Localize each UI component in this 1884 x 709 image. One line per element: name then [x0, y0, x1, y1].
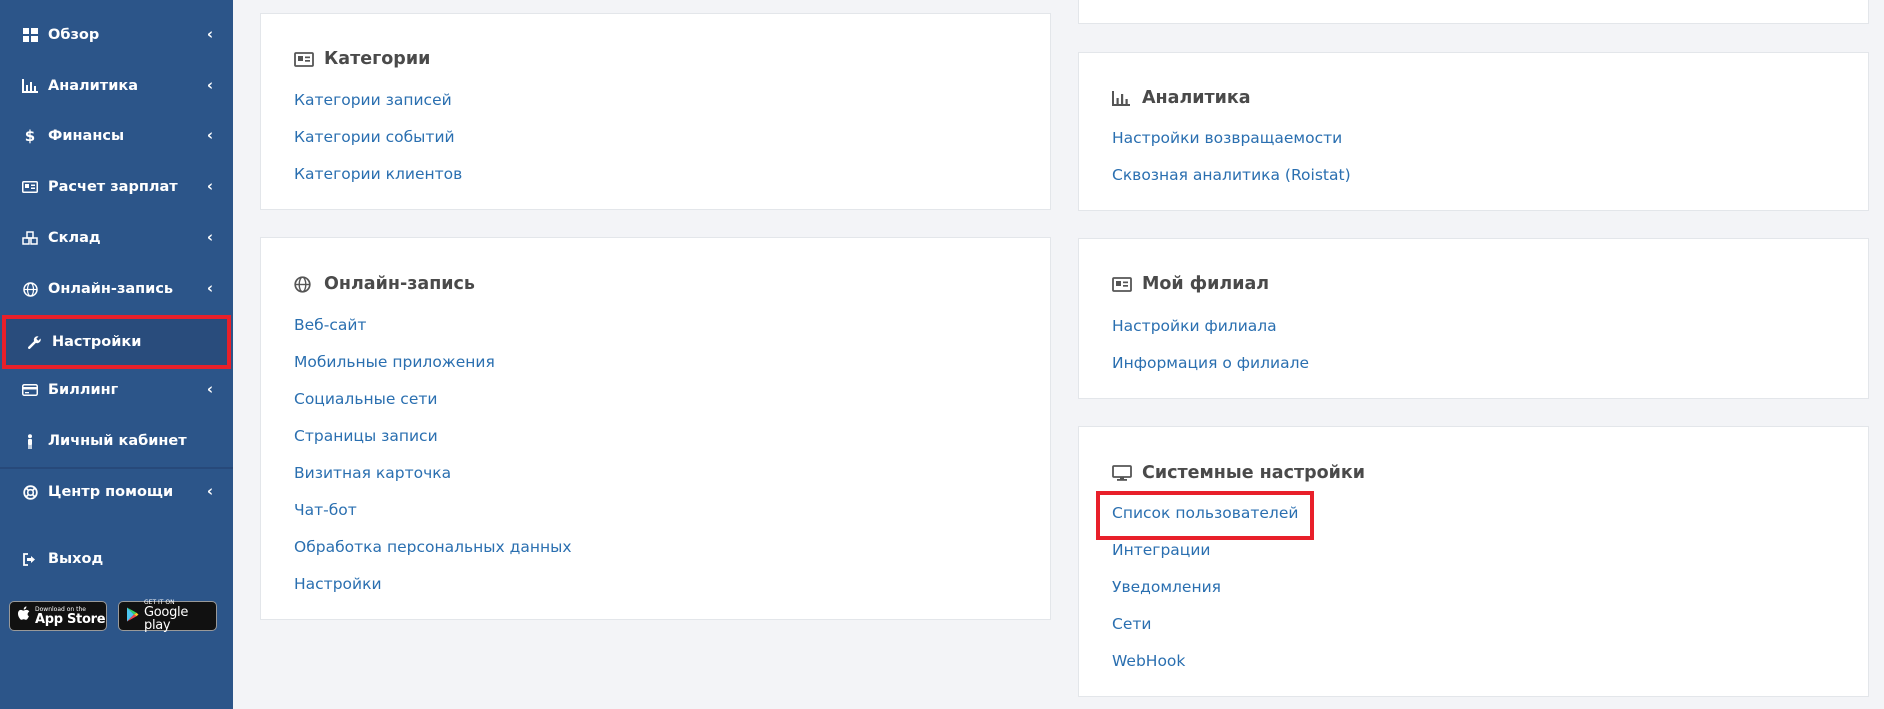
user-list-highlight	[1096, 491, 1314, 540]
sidebar-item-analytics[interactable]: Аналитика ‹	[0, 61, 233, 111]
card-title-text: Онлайн-запись	[324, 274, 475, 294]
chevron-left-icon: ‹	[206, 177, 213, 196]
sidebar-item-warehouse[interactable]: Склад ‹	[0, 213, 233, 263]
card-title-text: Системные настройки	[1142, 463, 1366, 483]
link-branch-info[interactable]: Информация о филиале	[1112, 354, 1309, 372]
sidebar-item-label: Аналитика	[48, 78, 138, 94]
online-booking-card: Онлайн-запись Веб-сайт Мобильные приложе…	[260, 237, 1051, 620]
link-client-categories[interactable]: Категории клиентов	[294, 165, 462, 183]
badge-title: App Store	[35, 611, 106, 627]
globe-icon	[294, 275, 316, 293]
top-card-partial	[1078, 0, 1869, 24]
id-card-icon	[20, 181, 40, 193]
id-card-icon	[294, 51, 316, 67]
sidebar-item-label: Личный кабинет	[48, 433, 187, 449]
card-title: Мой филиал	[1112, 274, 1269, 294]
chart-icon	[1112, 90, 1134, 106]
credit-card-icon	[20, 384, 40, 396]
card-title-text: Аналитика	[1142, 88, 1251, 108]
chevron-left-icon: ‹	[206, 279, 213, 298]
app-store-badge[interactable]: Download on the App Store	[9, 601, 107, 631]
sign-out-icon	[20, 552, 40, 566]
link-booking-settings[interactable]: Настройки	[294, 575, 382, 593]
wrench-icon	[24, 335, 44, 350]
chevron-left-icon: ‹	[206, 228, 213, 247]
link-booking-pages[interactable]: Страницы записи	[294, 427, 438, 445]
lifebuoy-icon	[20, 484, 40, 500]
desktop-icon	[1112, 465, 1134, 481]
link-website[interactable]: Веб-сайт	[294, 316, 366, 334]
id-card-icon	[1112, 276, 1134, 292]
chevron-left-icon: ‹	[206, 76, 213, 95]
link-retention-settings[interactable]: Настройки возвращаемости	[1112, 129, 1342, 147]
link-record-categories[interactable]: Категории записей	[294, 91, 452, 109]
link-branch-settings[interactable]: Настройки филиала	[1112, 317, 1277, 335]
sidebar-item-label: Финансы	[48, 128, 125, 144]
globe-icon	[20, 281, 40, 297]
sidebar-item-label: Настройки	[52, 334, 142, 350]
link-business-card[interactable]: Визитная карточка	[294, 464, 451, 482]
link-mobile-apps[interactable]: Мобильные приложения	[294, 353, 495, 371]
link-event-categories[interactable]: Категории событий	[294, 128, 455, 146]
sidebar-item-label: Выход	[48, 551, 104, 567]
link-chat-bot[interactable]: Чат-бот	[294, 501, 357, 519]
link-webhook[interactable]: WebHook	[1112, 652, 1185, 670]
chevron-left-icon: ‹	[206, 25, 213, 44]
analytics-card: Аналитика Настройки возвращаемости Сквоз…	[1078, 52, 1869, 211]
dashboard-icon	[20, 28, 40, 42]
dollar-icon: $	[24, 127, 36, 145]
sidebar-item-label: Расчет зарплат	[48, 179, 178, 195]
link-social-networks[interactable]: Социальные сети	[294, 390, 437, 408]
sidebar-item-help-center[interactable]: Центр помощи ‹	[0, 467, 233, 517]
sidebar-item-label: Склад	[48, 230, 101, 246]
badge-title: Google play	[144, 605, 189, 633]
chevron-left-icon: ‹	[206, 482, 213, 501]
sidebar-item-overview[interactable]: Обзор ‹	[0, 10, 233, 60]
sidebar-item-payroll[interactable]: Расчет зарплат ‹	[0, 162, 233, 212]
google-play-icon	[126, 607, 139, 626]
categories-card: Категории Категории записей Категории со…	[260, 13, 1051, 210]
sidebar-item-label: Биллинг	[48, 382, 119, 398]
link-networks[interactable]: Сети	[1112, 615, 1151, 633]
cubes-icon	[20, 231, 40, 245]
card-title: Системные настройки	[1112, 463, 1365, 483]
sidebar-item-logout[interactable]: Выход	[0, 534, 233, 584]
sidebar-item-label: Онлайн-запись	[48, 281, 174, 297]
card-title-text: Категории	[324, 49, 431, 69]
link-roistat-analytics[interactable]: Сквозная аналитика (Roistat)	[1112, 166, 1351, 184]
card-title: Аналитика	[1112, 88, 1251, 108]
card-title-text: Мой филиал	[1142, 274, 1270, 294]
sidebar: Обзор ‹ Аналитика ‹ $ Финансы ‹ Расчет з…	[0, 0, 233, 709]
sidebar-item-personal-account[interactable]: Личный кабинет	[0, 416, 233, 466]
chart-icon	[20, 79, 40, 93]
sidebar-item-settings[interactable]: Настройки	[2, 315, 231, 369]
sidebar-item-finance[interactable]: $ Финансы ‹	[0, 111, 233, 161]
card-title: Онлайн-запись	[294, 274, 475, 294]
sidebar-item-billing[interactable]: Биллинг ‹	[0, 365, 233, 415]
sidebar-item-online-booking[interactable]: Онлайн-запись ‹	[0, 264, 233, 314]
link-personal-data[interactable]: Обработка персональных данных	[294, 538, 572, 556]
system-settings-card: Системные настройки Список пользователей…	[1078, 426, 1869, 697]
sidebar-item-label: Обзор	[48, 27, 100, 43]
sidebar-item-label: Центр помощи	[48, 484, 174, 500]
my-branch-card: Мой филиал Настройки филиала Информация …	[1078, 238, 1869, 399]
link-integrations[interactable]: Интеграции	[1112, 541, 1210, 559]
google-play-badge[interactable]: GET IT ON Google play	[118, 600, 217, 633]
chevron-left-icon: ‹	[206, 126, 213, 145]
link-notifications[interactable]: Уведомления	[1112, 578, 1221, 596]
chevron-left-icon: ‹	[206, 380, 213, 399]
apple-icon	[17, 606, 30, 626]
person-icon	[20, 433, 40, 449]
card-title: Категории	[294, 49, 430, 69]
